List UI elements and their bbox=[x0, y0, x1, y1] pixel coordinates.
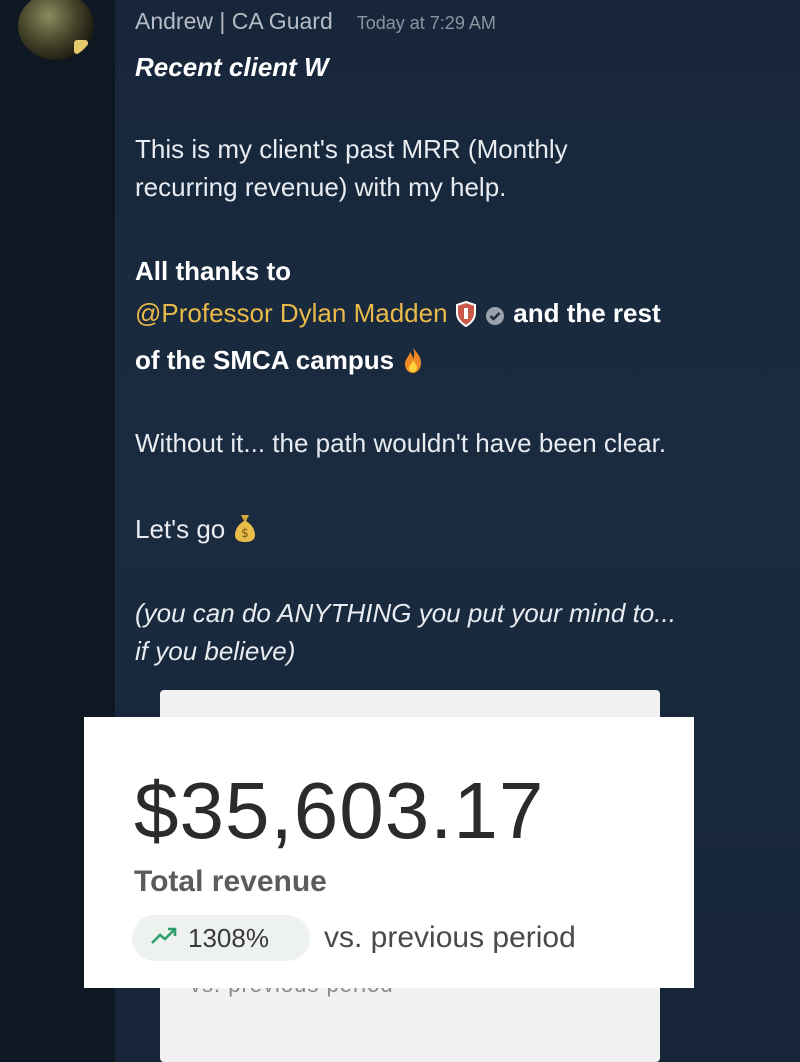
thanks-line3: of the SMCA campus bbox=[135, 345, 395, 375]
message-line: Without it... the path wouldn't have bee… bbox=[135, 428, 667, 458]
thanks-suffix: and the rest bbox=[513, 298, 661, 328]
money-bag-emoji-icon: $ bbox=[233, 513, 257, 553]
message-title: Recent client W bbox=[135, 52, 329, 82]
message-line: recurring revenue) with my help. bbox=[135, 172, 507, 202]
message-line: This is my client's past MRR (Monthly bbox=[135, 134, 568, 164]
message-paragraph-without: Without it... the path wouldn't have bee… bbox=[135, 424, 780, 462]
revenue-card: $35,603.17 Total revenue 1308% vs. previ… bbox=[84, 717, 694, 988]
message-title-block: Recent client W bbox=[135, 48, 780, 86]
message-paragraph-letsgo: Let's go $ bbox=[135, 510, 780, 553]
message-paragraph-1: This is my client's past MRR (Monthly re… bbox=[135, 130, 780, 206]
mention-professor[interactable]: @Professor Dylan Madden bbox=[135, 298, 448, 328]
avatar-badge-icon bbox=[74, 40, 88, 54]
message-line: (you can do ANYTHING you put your mind t… bbox=[135, 598, 676, 628]
message-paragraph-thanks: All thanks to @Professor Dylan Madden an… bbox=[135, 252, 780, 384]
message-line: if you believe) bbox=[135, 636, 296, 666]
revenue-amount: $35,603.17 bbox=[134, 766, 545, 855]
change-badge: 1308% bbox=[132, 915, 310, 961]
message-line: Let's go bbox=[135, 514, 226, 544]
comparison-text: vs. previous period bbox=[324, 921, 576, 954]
fire-emoji-icon bbox=[401, 346, 425, 384]
revenue-label: Total revenue bbox=[134, 865, 327, 898]
svg-text:$: $ bbox=[241, 526, 249, 540]
message-paragraph-believe: (you can do ANYTHING you put your mind t… bbox=[135, 594, 780, 670]
author-name[interactable]: Andrew | CA Guard bbox=[135, 8, 333, 35]
thanks-prefix: All thanks to bbox=[135, 256, 292, 286]
avatar[interactable] bbox=[18, 0, 94, 60]
change-percent: 1308% bbox=[188, 922, 269, 953]
message-timestamp: Today at 7:29 AM bbox=[356, 13, 496, 33]
shield-icon bbox=[455, 299, 477, 337]
trend-up-icon bbox=[150, 926, 178, 951]
message-header: Andrew | CA Guard Today at 7:29 AM bbox=[135, 8, 496, 35]
verified-badge-icon bbox=[484, 299, 506, 337]
